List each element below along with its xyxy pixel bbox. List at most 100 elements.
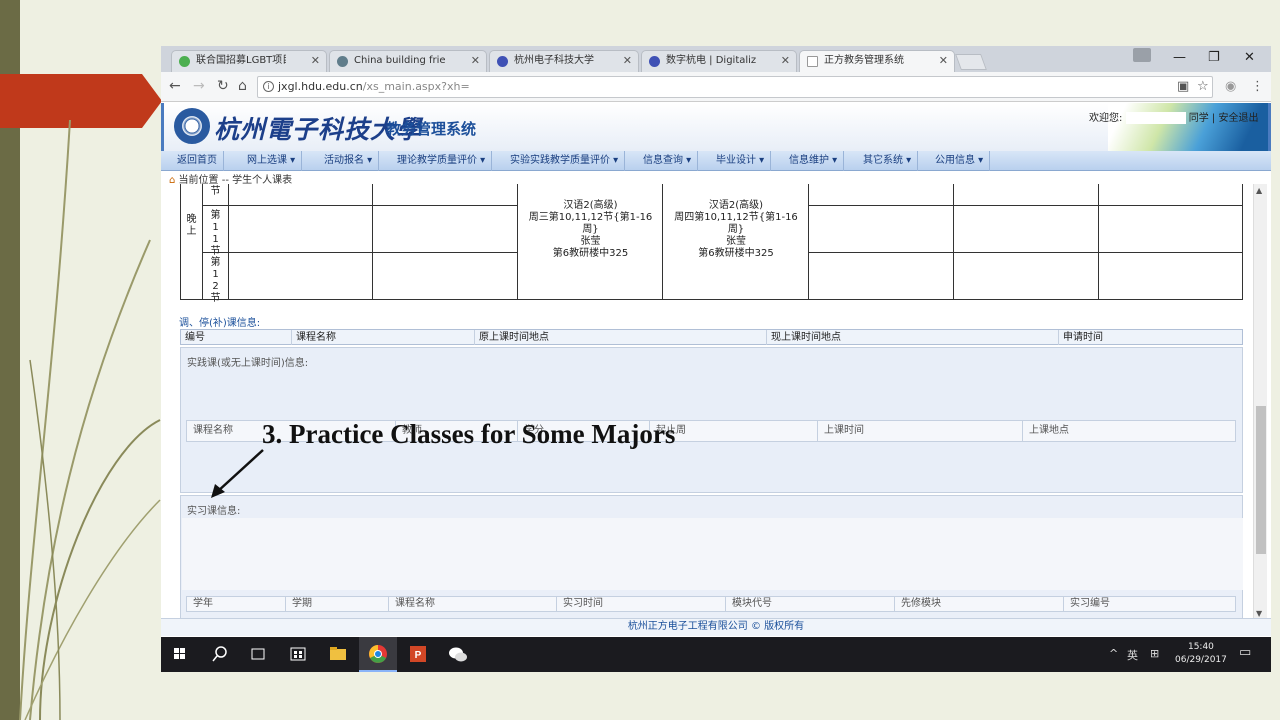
course-entry-thu[interactable]: 汉语2(高级) 周四第10,11,12节{第1-16周} 张莹 第6教研楼中32… (668, 200, 804, 260)
forward-icon[interactable]: → (193, 78, 205, 94)
slide-grass-decoration (19, 120, 161, 720)
welcome-label: 欢迎您: (1089, 113, 1123, 124)
column-header: 上课地点 (1022, 421, 1069, 441)
column-header: 课程名称 (388, 597, 435, 611)
row-label: 第12节 (203, 253, 229, 304)
start-button[interactable] (161, 637, 199, 672)
university-icon (497, 56, 508, 67)
course-entry-wed[interactable]: 汉语2(高级) 周三第10,11,12节{第1-16周} 张莹 第6教研楼中32… (523, 200, 658, 260)
scroll-down-icon[interactable]: ▼ (1256, 609, 1262, 618)
main-menu: 返回首页 网上选课 ▾ 活动报名 ▾ 理论教学质量评价 ▾ 实验实践教学质量评价… (161, 151, 1271, 171)
close-icon[interactable]: ✕ (623, 51, 632, 71)
browser-tab-5-active[interactable]: 正方教务管理系统 ✕ (799, 50, 955, 73)
translate-icon[interactable]: ▣ (1177, 79, 1189, 94)
extension-icon[interactable]: ◉ (1225, 79, 1236, 94)
site-footer: 杭州正方电子工程有限公司 © 版权所有 (161, 618, 1271, 636)
timetable-cell (229, 206, 373, 253)
wechat-button[interactable] (439, 637, 477, 672)
course-teacher: 张莹 (580, 236, 601, 247)
tray-expand-icon[interactable]: ^ (1109, 647, 1118, 660)
new-tab-button[interactable] (955, 54, 987, 70)
timetable-cell (373, 206, 518, 253)
menu-theory-evaluation[interactable]: 理论教学质量评价 ▾ (391, 151, 493, 171)
column-header: 现上课时间地点 (766, 330, 841, 345)
row-label: 第11节 (203, 206, 229, 257)
store-button[interactable] (279, 637, 317, 672)
profile-icon[interactable] (1133, 48, 1151, 62)
clock-date: 06/29/2017 (1175, 655, 1227, 665)
browser-tab-2[interactable]: China building friendship ✕ (329, 50, 487, 72)
scroll-up-icon[interactable]: ▲ (1256, 186, 1262, 195)
menu-info-maintenance[interactable]: 信息维护 ▾ (783, 151, 845, 171)
keyboard-icon[interactable]: ⊞ (1150, 647, 1159, 660)
tab-title: China building friendship (354, 55, 446, 66)
reload-icon[interactable]: ↻ (217, 78, 229, 94)
menu-other-systems[interactable]: 其它系统 ▾ (857, 151, 919, 171)
timetable-cell (1099, 184, 1243, 206)
scroll-thumb[interactable] (1256, 406, 1266, 554)
task-view-button[interactable] (239, 637, 277, 672)
content-area: 晚上 节 第11节 第12节 汉语2(高级) 周三第10,11,12节{第1-1… (169, 184, 1255, 620)
column-header: 上课时间 (817, 421, 864, 441)
chrome-button[interactable] (359, 637, 397, 672)
menu-public-info[interactable]: 公用信息 ▾ (929, 151, 991, 171)
annotation-arrow-icon (211, 449, 264, 498)
close-icon[interactable]: ✕ (939, 51, 948, 71)
period-label-text: 晚上 (186, 214, 197, 237)
clock-time: 15:40 (1187, 642, 1214, 652)
timetable-cell (1099, 206, 1243, 253)
windows-icon (174, 648, 185, 659)
university-logo (174, 108, 210, 144)
vertical-scrollbar[interactable]: ▲ ▼ (1253, 184, 1267, 620)
notification-icon[interactable]: ▭ (1239, 645, 1251, 660)
internship-table-header: 学年 学期 课程名称 实习时间 模块代号 先修模块 实习编号 (186, 596, 1236, 612)
browser-tab-4[interactable]: 数字杭电 | Digitalized DC ✕ (641, 50, 797, 72)
close-icon[interactable]: ✕ (311, 51, 320, 71)
column-header: 课程名称 (193, 425, 233, 436)
browser-tab-1[interactable]: 联合国招募LGBT项目官员 ✕ (171, 50, 327, 72)
column-header: 编号 (185, 332, 205, 343)
menu-course-selection[interactable]: 网上选课 ▾ (241, 151, 303, 171)
timetable: 晚上 节 第11节 第12节 汉语2(高级) 周三第10,11,12节{第1-1… (180, 184, 1243, 304)
menu-info-query[interactable]: 信息查询 ▾ (637, 151, 699, 171)
task-view-icon (251, 648, 265, 660)
internship-title: 实习课信息: (187, 506, 241, 517)
timetable-cell (1099, 253, 1243, 300)
clock[interactable]: 15:40 06/29/2017 (1175, 641, 1227, 667)
menu-practice-evaluation[interactable]: 实验实践教学质量评价 ▾ (504, 151, 626, 171)
course-room: 第6教研楼中325 (552, 248, 629, 259)
powerpoint-button[interactable]: P (399, 637, 437, 672)
search-button[interactable] (201, 637, 239, 672)
course-room: 第6教研楼中325 (698, 248, 774, 259)
menu-activity-signup[interactable]: 活动报名 ▾ (318, 151, 380, 171)
home-icon[interactable]: ⌂ (238, 78, 247, 94)
window-close-icon[interactable]: ✕ (1244, 50, 1255, 65)
info-icon[interactable]: i (263, 81, 274, 92)
file-explorer-button[interactable] (319, 637, 357, 672)
browser-tab-bar: 联合国招募LGBT项目官员 ✕ China building friendshi… (161, 46, 1271, 73)
timetable-cell (954, 206, 1099, 253)
address-bar[interactable]: i jxgl.hdu.edu.cn/xs_main.aspx?xh= (257, 76, 1213, 98)
input-method[interactable]: 英 (1127, 647, 1138, 663)
timetable-cell (229, 253, 373, 300)
close-icon[interactable]: ✕ (471, 51, 480, 71)
system-name: 教务管理系统 (386, 120, 477, 138)
menu-home[interactable]: 返回首页 (171, 151, 224, 171)
minimize-icon[interactable]: — (1173, 50, 1186, 65)
browser-tab-3[interactable]: 杭州电子科技大学 ✕ (489, 50, 639, 72)
browser-toolbar: ← → ↻ ⌂ i jxgl.hdu.edu.cn/xs_main.aspx?x… (161, 72, 1271, 102)
back-icon[interactable]: ← (169, 78, 181, 94)
column-header: 实习编号 (1063, 597, 1110, 611)
timetable-cell (954, 253, 1099, 300)
logout-link[interactable]: 安全退出 (1218, 113, 1258, 124)
column-header: 申请时间 (1058, 330, 1103, 345)
menu-graduation-design[interactable]: 毕业设计 ▾ (710, 151, 772, 171)
column-header: 先修模块 (894, 597, 941, 611)
university-icon (649, 56, 660, 67)
welcome-area: 欢迎您: 同学 | 安全退出 (1089, 112, 1259, 124)
menu-dots-icon[interactable]: ⋮ (1251, 79, 1264, 94)
bookmark-star-icon[interactable]: ☆ (1197, 79, 1209, 94)
close-icon[interactable]: ✕ (781, 51, 790, 71)
slide-annotation: 3. Practice Classes for Some Majors (262, 419, 676, 449)
restore-icon[interactable]: ❐ (1208, 50, 1220, 65)
